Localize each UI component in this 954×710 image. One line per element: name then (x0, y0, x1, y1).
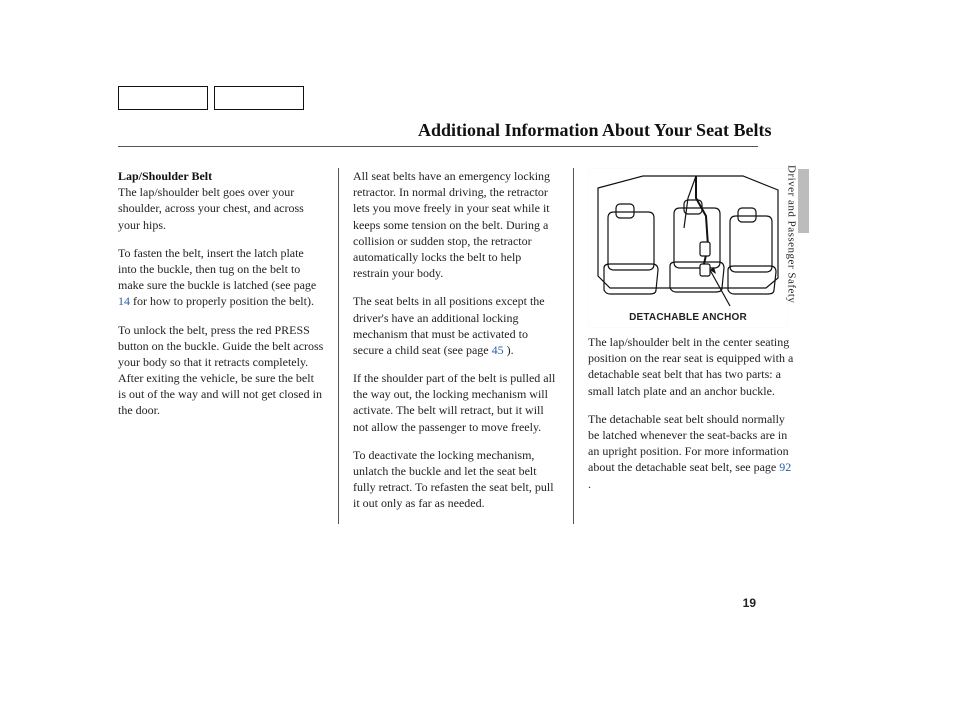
col3-p2b: . (588, 477, 591, 491)
section-tab: Driver and Passenger Safety (785, 165, 798, 345)
page-link-92[interactable]: 92 (779, 460, 791, 474)
col1-p3: To unlock the belt, press the red PRESS … (118, 322, 324, 419)
col1-p2: To fasten the belt, insert the latch pla… (118, 245, 324, 310)
col1-p2b: for how to properly position the belt). (130, 294, 314, 308)
nav-box-next[interactable] (214, 86, 304, 110)
col2-p3: If the shoulder part of the belt is pull… (353, 370, 559, 435)
column-3: DETACHABLE ANCHOR The lap/shoulder belt … (574, 168, 794, 524)
page-link-45[interactable]: 45 (492, 343, 504, 357)
page-title: Additional Information About Your Seat B… (418, 120, 772, 141)
figure-caption: DETACHABLE ANCHOR (588, 311, 788, 325)
title-rule (118, 146, 758, 147)
col2-p1: All seat belts have an emergency locking… (353, 168, 559, 281)
col2-p4: To deactivate the locking mechanism, unl… (353, 447, 559, 512)
page-link-14[interactable]: 14 (118, 294, 130, 308)
seat-belt-illustration: DETACHABLE ANCHOR (588, 168, 788, 328)
col3-p1: The lap/shoulder belt in the center seat… (588, 334, 794, 399)
col3-p2a: The detachable seat belt should normally… (588, 412, 789, 475)
col1-p1: The lap/shoulder belt goes over your sho… (118, 185, 304, 231)
section-tab-label: Driver and Passenger Safety (786, 165, 798, 303)
col2-p2b: ). (504, 343, 514, 357)
column-1: Lap/Shoulder Belt The lap/shoulder belt … (118, 168, 339, 524)
subsection-heading: Lap/Shoulder Belt (118, 169, 212, 183)
nav-boxes (118, 86, 304, 110)
col2-p2a: The seat belts in all positions except t… (353, 294, 545, 357)
page-number: 19 (743, 596, 756, 610)
body-columns: Lap/Shoulder Belt The lap/shoulder belt … (118, 168, 758, 524)
column-2: All seat belts have an emergency locking… (339, 168, 574, 524)
col2-p2: The seat belts in all positions except t… (353, 293, 559, 358)
nav-box-prev[interactable] (118, 86, 208, 110)
col3-p2: The detachable seat belt should normally… (588, 411, 794, 492)
detachable-anchor-svg (588, 168, 788, 328)
section-tab-marker (798, 169, 809, 233)
manual-page: Additional Information About Your Seat B… (0, 0, 954, 710)
col1-p2a: To fasten the belt, insert the latch pla… (118, 246, 316, 292)
